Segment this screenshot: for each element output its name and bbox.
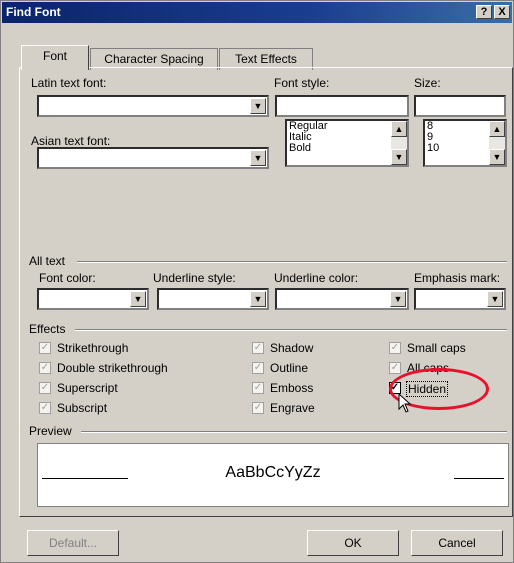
font-style-list[interactable]: Regular Italic Bold ▲ ▼: [285, 119, 409, 167]
cancel-button[interactable]: Cancel: [411, 530, 503, 556]
latin-font-dropdown[interactable]: ▼: [37, 95, 269, 117]
underline-color-dropdown[interactable]: ▼: [275, 288, 409, 310]
chevron-down-icon[interactable]: ▼: [487, 291, 503, 307]
superscript-checkbox[interactable]: ✓: [39, 382, 51, 394]
ok-button[interactable]: OK: [307, 530, 399, 556]
asian-font-label: Asian text font:: [31, 134, 111, 148]
scrollbar[interactable]: ▲ ▼: [489, 121, 505, 165]
preview-line-right: [454, 478, 504, 479]
font-color-dropdown[interactable]: ▼: [37, 288, 149, 310]
underline-style-dropdown[interactable]: ▼: [157, 288, 269, 310]
small-caps-checkbox[interactable]: ✓: [389, 342, 401, 354]
small-caps-label: Small caps: [407, 341, 466, 355]
emboss-label: Emboss: [270, 381, 314, 395]
scroll-up-icon[interactable]: ▲: [489, 121, 505, 137]
underline-color-label: Underline color:: [274, 271, 359, 285]
tab-font-label: Font: [42, 49, 67, 63]
font-style-input[interactable]: [275, 95, 409, 117]
preview-box: AaBbCcYyZz: [37, 443, 509, 507]
outline-label: Outline: [270, 361, 309, 375]
preview-group-label: Preview: [29, 424, 72, 438]
divider: [77, 261, 507, 263]
double-strikethrough-label: Double strikethrough: [57, 361, 168, 375]
strikethrough-label: Strikethrough: [57, 341, 129, 355]
size-list[interactable]: 8 9 10 ▲ ▼: [423, 119, 507, 167]
help-button[interactable]: ?: [476, 5, 492, 19]
chevron-down-icon[interactable]: ▼: [390, 291, 406, 307]
divider: [75, 329, 507, 331]
preview-sample-text: AaBbCcYyZz: [225, 464, 321, 481]
close-button[interactable]: X: [494, 5, 510, 19]
shadow-checkbox[interactable]: ✓: [252, 342, 264, 354]
underline-style-label: Underline style:: [153, 271, 236, 285]
all-caps-checkbox[interactable]: ✓: [389, 362, 401, 374]
asian-font-dropdown[interactable]: ▼: [37, 147, 269, 169]
tab-text-effects-label: Text Effects: [235, 52, 297, 66]
size-input[interactable]: [414, 95, 506, 117]
chevron-down-icon[interactable]: ▼: [250, 291, 266, 307]
divider: [81, 431, 507, 433]
chevron-down-icon[interactable]: ▼: [250, 150, 266, 166]
tab-font[interactable]: Font: [21, 45, 89, 70]
subscript-checkbox[interactable]: ✓: [39, 402, 51, 414]
outline-checkbox[interactable]: ✓: [252, 362, 264, 374]
emphasis-mark-dropdown[interactable]: ▼: [414, 288, 506, 310]
engrave-label: Engrave: [270, 401, 315, 415]
font-style-label: Font style:: [274, 76, 330, 90]
shadow-label: Shadow: [270, 341, 314, 355]
engrave-checkbox[interactable]: ✓: [252, 402, 264, 414]
all-text-group-label: All text: [29, 254, 66, 268]
font-color-label: Font color:: [39, 271, 96, 285]
latin-font-label: Latin text font:: [31, 76, 107, 90]
chevron-down-icon[interactable]: ▼: [130, 291, 146, 307]
find-font-dialog: Find Font ? X Font Character Spacing Tex…: [0, 0, 514, 563]
title-bar: Find Font ? X: [2, 2, 512, 23]
emphasis-mark-label: Emphasis mark:: [414, 271, 501, 285]
scroll-down-icon[interactable]: ▼: [391, 149, 407, 165]
chevron-down-icon[interactable]: ▼: [250, 98, 266, 114]
tab-character-spacing-label: Character Spacing: [104, 52, 204, 66]
effects-group-label: Effects: [29, 322, 66, 336]
scroll-up-icon[interactable]: ▲: [391, 121, 407, 137]
mouse-cursor-icon: [398, 393, 412, 413]
emboss-checkbox[interactable]: ✓: [252, 382, 264, 394]
list-item[interactable]: Bold: [289, 143, 407, 154]
dialog-title: Find Font: [6, 5, 61, 19]
size-label: Size:: [414, 76, 441, 90]
default-button[interactable]: Default...: [27, 530, 119, 556]
strikethrough-checkbox[interactable]: ✓: [39, 342, 51, 354]
double-strikethrough-checkbox[interactable]: ✓: [39, 362, 51, 374]
scroll-down-icon[interactable]: ▼: [489, 149, 505, 165]
scrollbar[interactable]: ▲ ▼: [391, 121, 407, 165]
superscript-label: Superscript: [57, 381, 118, 395]
subscript-label: Subscript: [57, 401, 108, 415]
